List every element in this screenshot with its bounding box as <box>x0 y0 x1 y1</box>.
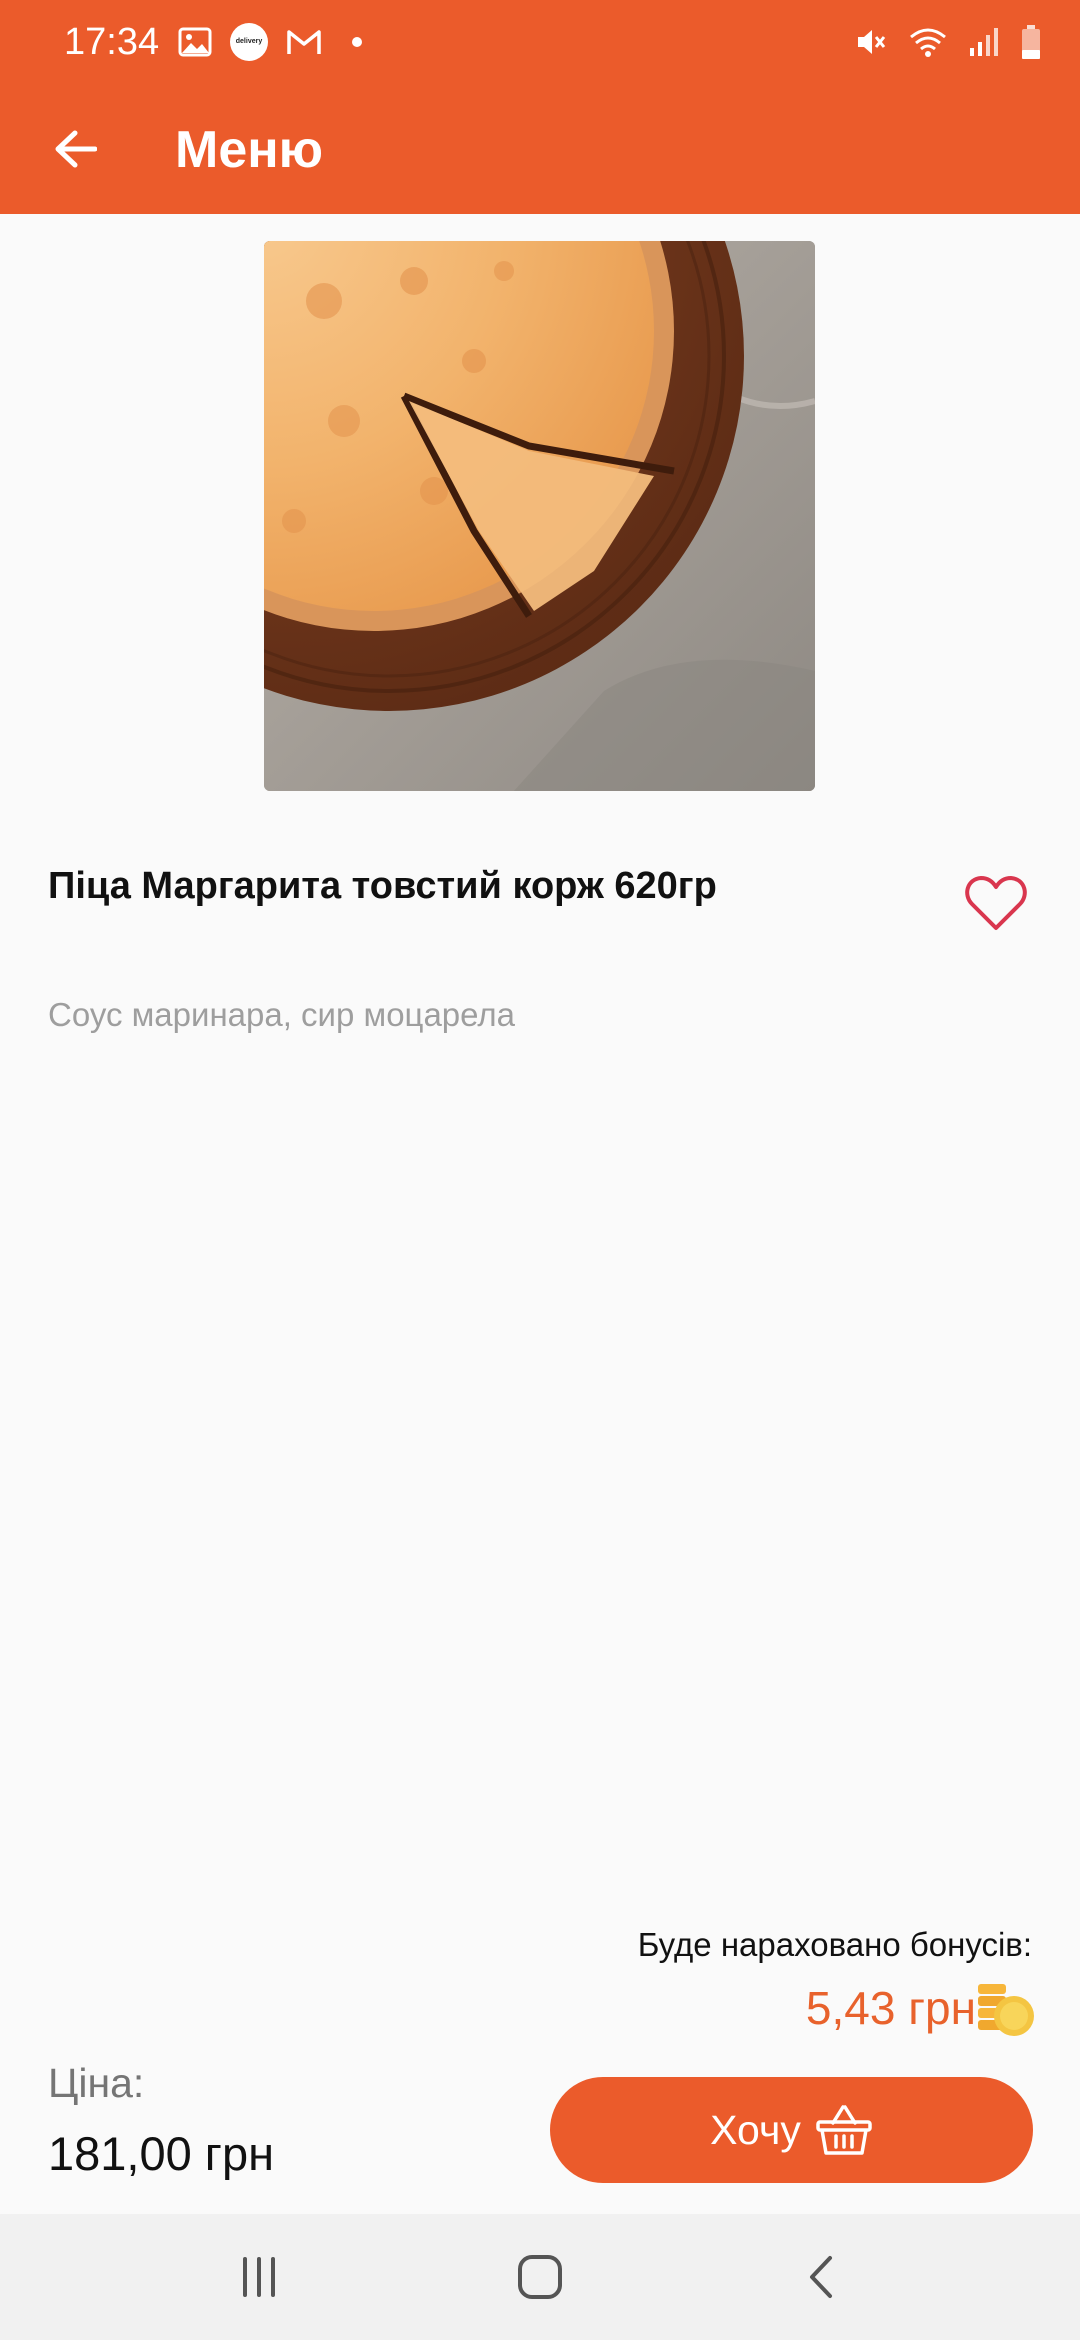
mute-icon <box>858 30 886 54</box>
recent-apps-button[interactable] <box>214 2238 304 2316</box>
bonus-label: Буде нараховано бонусів: <box>637 1926 1032 1963</box>
product-image <box>264 241 815 791</box>
heart-icon <box>965 876 1027 930</box>
page-title: Меню <box>175 121 324 179</box>
pizza-illustration <box>264 241 815 791</box>
image-icon <box>178 27 212 57</box>
back-icon <box>810 2256 832 2298</box>
add-to-cart-button[interactable]: Хочу <box>550 2077 1033 2183</box>
recent-apps-icon <box>243 2257 275 2297</box>
arrow-left-icon <box>55 130 97 168</box>
product-screen: 17:34 delivery Меню Піца Маргарита товст… <box>0 0 1080 2340</box>
system-back-button[interactable] <box>776 2238 866 2316</box>
notification-dot-icon <box>352 37 362 47</box>
delivery-app-icon: delivery <box>230 23 268 61</box>
signal-icon <box>970 28 998 56</box>
delivery-app-icon-text: delivery <box>235 38 263 45</box>
bonus-row: 5,43 грн <box>806 1976 1036 2040</box>
price-value: 181,00 грн <box>48 2127 275 2180</box>
add-to-cart-label: Хочу <box>710 2107 801 2153</box>
favorite-button[interactable] <box>958 868 1034 938</box>
gmail-icon <box>287 30 321 54</box>
coins-icon <box>978 1984 1034 2036</box>
home-icon <box>518 2255 562 2299</box>
status-right-icons <box>854 18 1042 66</box>
battery-icon <box>1022 25 1040 59</box>
status-bar: 17:34 delivery <box>0 0 1080 84</box>
status-left-icons: delivery <box>178 20 362 64</box>
back-button[interactable] <box>40 114 110 184</box>
wifi-icon <box>910 28 946 57</box>
price-label: Ціна: <box>48 2060 145 2106</box>
home-button[interactable] <box>495 2238 585 2316</box>
system-nav-bar <box>0 2214 1080 2340</box>
basket-icon <box>816 2105 872 2155</box>
product-description: Соус маринара, сир моцарела <box>48 996 516 1033</box>
bonus-value: 5,43 грн <box>805 1982 976 2034</box>
app-bar: Меню <box>0 84 1080 214</box>
status-time: 17:34 <box>64 21 160 63</box>
product-name: Піца Маргарита товстий корж 620гр <box>48 865 717 907</box>
